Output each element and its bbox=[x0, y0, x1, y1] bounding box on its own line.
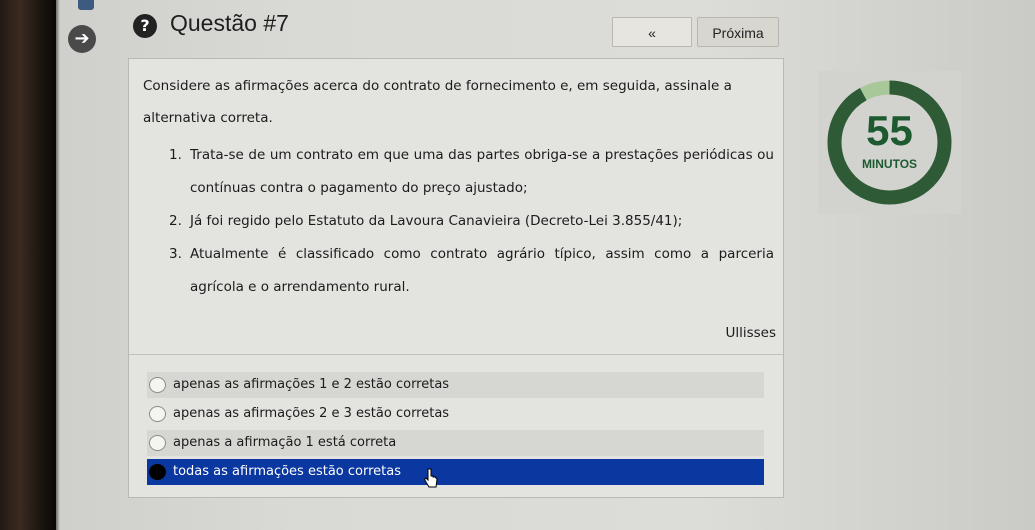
question-stem: Considere as afirmações acerca do contra… bbox=[143, 78, 732, 126]
answer-option-b[interactable]: apenas as afirmações 2 e 3 estão correta… bbox=[147, 401, 764, 427]
answer-option-a[interactable]: apenas as afirmações 1 e 2 estão correta… bbox=[147, 372, 764, 398]
statement-list: 1. Trata-se de um contrato em que uma da… bbox=[169, 139, 774, 304]
statement-text: Atualmente é classificado como contrato … bbox=[190, 246, 774, 295]
answer-options: apenas as afirmações 1 e 2 estão correta… bbox=[147, 372, 764, 488]
radio-button[interactable] bbox=[149, 406, 166, 422]
answer-option-label: apenas as afirmações 1 e 2 estão correta… bbox=[173, 377, 450, 392]
previous-button[interactable]: « Anterior bbox=[612, 17, 692, 71]
question-title: Questão #7 bbox=[170, 10, 289, 36]
countdown-timer: 55 MINUTOS bbox=[818, 71, 961, 214]
timer-unit-label: MINUTOS bbox=[861, 157, 918, 171]
statement-item: 2. Já foi regido pelo Estatuto da Lavour… bbox=[169, 205, 774, 238]
help-icon[interactable]: ? bbox=[133, 14, 157, 38]
answer-option-label: apenas a afirmação 1 está correta bbox=[173, 435, 397, 450]
question-author: Ullisses bbox=[725, 325, 776, 341]
answer-option-d[interactable]: todas as afirmações estão corretas bbox=[147, 459, 764, 485]
statement-number: 2. bbox=[169, 213, 182, 229]
radio-button[interactable] bbox=[149, 435, 166, 451]
statement-text: Já foi regido pelo Estatuto da Lavoura C… bbox=[190, 213, 683, 229]
divider bbox=[129, 354, 783, 355]
answer-option-c[interactable]: apenas a afirmação 1 está correta bbox=[147, 430, 764, 456]
statement-number: 3. bbox=[169, 246, 182, 262]
radio-button[interactable] bbox=[149, 377, 166, 393]
arrow-right-icon[interactable]: ➔ bbox=[68, 25, 96, 53]
timer-minutes-value: 55 bbox=[866, 107, 913, 154]
hand-pointer-icon bbox=[423, 468, 438, 488]
answer-option-label: apenas as afirmações 2 e 3 estão correta… bbox=[173, 406, 450, 421]
question-card: Considere as afirmações acerca do contra… bbox=[128, 58, 784, 498]
sidebar-toggle-tab[interactable] bbox=[78, 0, 94, 10]
statement-number: 1. bbox=[169, 147, 182, 163]
monitor-bezel bbox=[0, 0, 56, 530]
radio-button-selected[interactable] bbox=[149, 464, 166, 480]
statement-item: 3. Atualmente é classificado como contra… bbox=[169, 238, 774, 304]
statement-item: 1. Trata-se de um contrato em que uma da… bbox=[169, 139, 774, 205]
answer-option-label: todas as afirmações estão corretas bbox=[173, 464, 401, 479]
next-button[interactable]: Próxima » bbox=[697, 17, 779, 71]
statement-text: Trata-se de um contrato em que uma das p… bbox=[190, 147, 774, 196]
